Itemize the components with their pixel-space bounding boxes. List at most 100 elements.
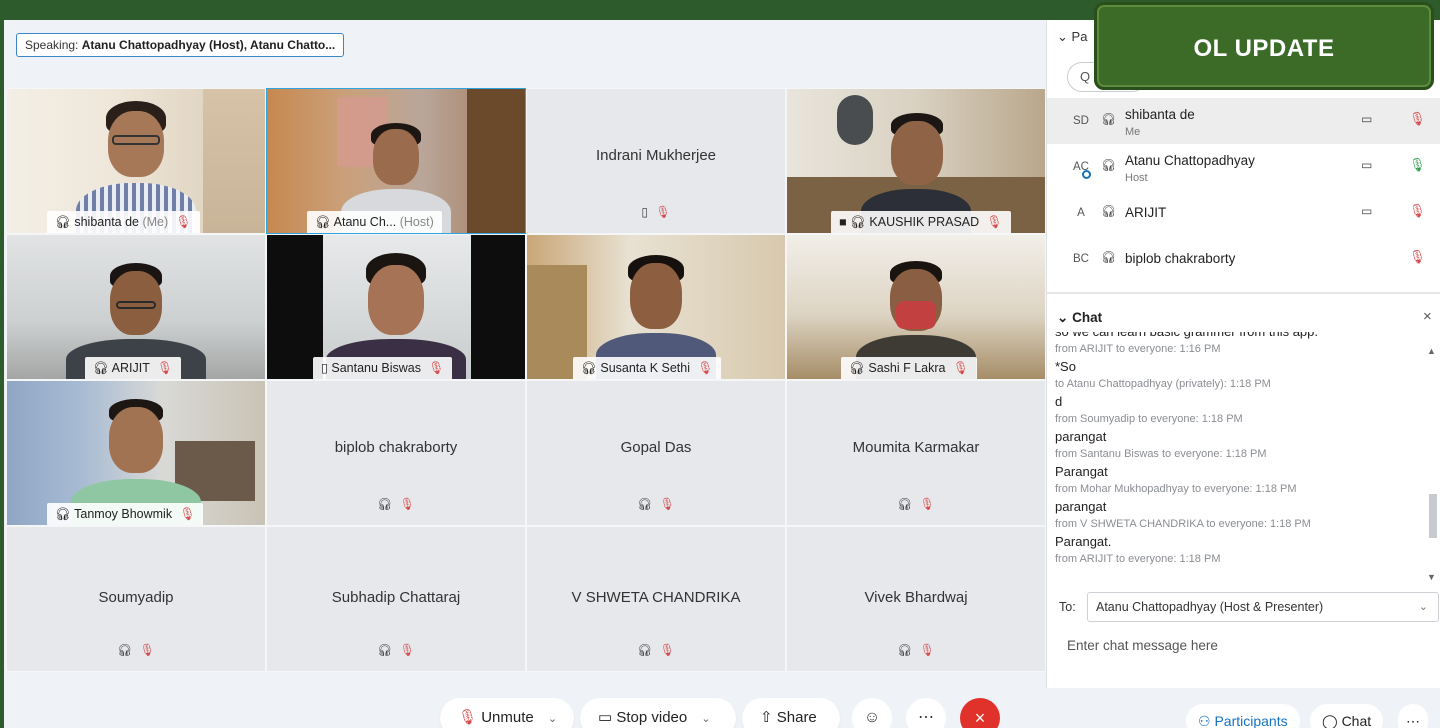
tile-name: Tanmoy Bhowmik	[74, 507, 173, 521]
mic-muted-icon[interactable]: 🎙︎	[1409, 203, 1426, 219]
video-tile[interactable]: biplob chakraborty 🎧︎ 🎙︎	[266, 380, 526, 526]
video-tile[interactable]: Soumyadip 🎧︎ 🎙︎	[6, 526, 266, 672]
chat-message-text: so we can learn basic grammer from this …	[1055, 332, 1427, 341]
chat-recipient-value: Atanu Chattopadhyay (Host & Presenter)	[1096, 600, 1324, 614]
chat-message-meta: from ARIJIT to everyone: 1:18 PM	[1055, 553, 1221, 565]
more-options-button[interactable]: ⋯	[906, 698, 946, 728]
mic-active-icon[interactable]: 🎙︎	[1409, 157, 1426, 173]
more-icon: ⋯	[1406, 713, 1420, 728]
stop-video-label: Stop video	[616, 709, 688, 726]
tile-name-label: 🎧︎ shibanta de (Me) 🎙︎	[47, 211, 200, 233]
video-icon[interactable]: ▭	[1361, 158, 1372, 172]
avatar: BC	[1073, 253, 1089, 265]
video-tile[interactable]: 🎧︎ Tanmoy Bhowmik 🎙︎	[6, 380, 266, 526]
stop-video-button[interactable]: ▭ Stop video ⌄	[580, 698, 736, 728]
scroll-down-icon[interactable]: ▼	[1427, 572, 1436, 582]
tile-name-label: 🎧︎ Atanu Ch... (Host)	[307, 211, 442, 233]
video-tile-active-speaker[interactable]: 🎧︎ Atanu Ch... (Host)	[266, 88, 526, 234]
unmute-button[interactable]: 🎙︎ Unmute ⌄	[440, 698, 574, 728]
chat-message-input[interactable]: Enter chat message here	[1067, 638, 1218, 653]
video-tile[interactable]: 🎧︎ ARIJIT 🎙︎	[6, 234, 266, 380]
chat-button[interactable]: ◯ Chat	[1310, 704, 1384, 728]
panel-more-button[interactable]: ⋯	[1398, 704, 1428, 728]
mic-muted-icon: 🎙︎	[919, 497, 935, 511]
speaking-label: Speaking:	[25, 38, 79, 52]
video-icon[interactable]: ▭	[1361, 204, 1372, 218]
participants-button[interactable]: ⚇ Participants	[1186, 704, 1300, 728]
tile-status-icons: 🎧︎ 🎙︎	[897, 497, 935, 511]
badge-text: OL UPDATE	[1193, 35, 1335, 62]
chat-label: Chat	[1341, 713, 1372, 728]
chat-scrollbar[interactable]: ▲ ▼	[1427, 346, 1437, 584]
mic-muted-icon: 🎙︎	[458, 709, 478, 726]
close-icon[interactable]: ×	[1423, 308, 1432, 325]
mic-muted-icon: 🎙︎	[919, 643, 935, 657]
headset-icon: 🎧︎	[897, 643, 913, 657]
participant-row[interactable]: AC 🎧︎ Atanu Chattopadhyay Host ▭ 🎙︎	[1047, 144, 1440, 190]
leave-meeting-button[interactable]: ×	[960, 698, 1000, 728]
chat-message: Parangat. from ARIJIT to everyone: 1:18 …	[1055, 533, 1427, 568]
tile-name: KAUSHIK PRASAD	[869, 215, 980, 229]
video-tile[interactable]: Vivek Bhardwaj 🎧︎ 🎙︎	[786, 526, 1046, 672]
phone-icon: ▯	[641, 205, 649, 219]
chat-panel-header[interactable]: ⌄ Chat	[1057, 310, 1102, 326]
tile-name-label: 🎧︎ Tanmoy Bhowmik 🎙︎	[47, 503, 204, 525]
tile-name: Sashi F Lakra	[868, 361, 946, 375]
chat-message: d from Soumyadip to everyone: 1:18 PM	[1055, 393, 1427, 428]
participant-name: ARIJIT	[1125, 205, 1167, 220]
chat-message: so we can learn basic grammer from this …	[1055, 332, 1427, 358]
reactions-button[interactable]: ☺	[852, 698, 892, 728]
mic-muted-icon: 🎙︎	[399, 643, 415, 657]
tile-name-suffix: (Me)	[142, 215, 169, 229]
smiley-icon: ☺	[863, 709, 881, 726]
mic-muted-icon: 🎙︎	[697, 361, 714, 375]
ol-update-badge: OL UPDATE	[1094, 2, 1434, 90]
avatar: AC	[1067, 156, 1095, 179]
chat-message: *So to Atanu Chattopadhyay (privately): …	[1055, 358, 1427, 393]
video-tile[interactable]: V SHWETA CHANDRIKA 🎧︎ 🎙︎	[526, 526, 786, 672]
scroll-up-icon[interactable]: ▲	[1427, 346, 1436, 356]
chat-message-text: parangat	[1055, 499, 1107, 514]
video-icon[interactable]: ▭	[1361, 112, 1372, 126]
tile-name: Moumita Karmakar	[852, 439, 980, 456]
tile-status-icons: 🎧︎ 🎙︎	[637, 643, 675, 657]
tile-name-label: 🎧︎ Susanta K Sethi 🎙︎	[573, 357, 722, 379]
participants-panel-header[interactable]: ⌄ Pa	[1057, 29, 1087, 45]
video-tile[interactable]: Moumita Karmakar 🎧︎ 🎙︎	[786, 380, 1046, 526]
video-icon: ▭	[598, 709, 613, 726]
headset-icon: 🎧︎	[849, 361, 865, 375]
video-tile[interactable]: 🎧︎ Sashi F Lakra 🎙︎	[786, 234, 1046, 380]
participant-row[interactable]: BC 🎧︎ biplob chakraborty 🎙︎	[1047, 236, 1440, 282]
mic-muted-icon[interactable]: 🎙︎	[1409, 111, 1426, 127]
tile-name-label: ▯ Santanu Biswas 🎙︎	[313, 357, 453, 379]
video-tile[interactable]: Subhadip Chattaraj 🎧︎ 🎙︎	[266, 526, 526, 672]
tile-name: Susanta K Sethi	[600, 361, 691, 375]
headset-icon: 🎧︎	[1101, 204, 1117, 218]
mic-muted-icon: 🎙︎	[399, 497, 415, 511]
scrollbar-thumb[interactable]	[1429, 494, 1437, 538]
speaking-names: Atanu Chattopadhyay (Host), Atanu Chatto…	[81, 38, 336, 52]
participant-row[interactable]: A 🎧︎ ARIJIT ▭ 🎙︎	[1047, 190, 1440, 236]
chat-message: Parangat from Mohar Mukhopadhyay to ever…	[1055, 463, 1427, 498]
participant-row[interactable]: SD 🎧︎ shibanta de Me ▭ 🎙︎	[1047, 98, 1440, 144]
headset-icon: 🎧︎	[637, 497, 653, 511]
video-tile[interactable]: 🎧︎ Susanta K Sethi 🎙︎	[526, 234, 786, 380]
headset-icon: 🎧︎	[377, 643, 393, 657]
tile-name: Atanu Ch...	[333, 215, 397, 229]
tile-status-icons: 🎧︎ 🎙︎	[377, 497, 415, 511]
mic-muted-icon[interactable]: 🎙︎	[1409, 249, 1426, 265]
video-tile[interactable]: ▯ Santanu Biswas 🎙︎	[266, 234, 526, 380]
video-tile[interactable]: Gopal Das 🎧︎ 🎙︎	[526, 380, 786, 526]
video-tile[interactable]: 🎧︎ shibanta de (Me) 🎙︎	[6, 88, 266, 234]
share-button[interactable]: ⇧ Share	[742, 698, 840, 728]
tile-name: biplob chakraborty	[334, 439, 458, 456]
video-tile[interactable]: ■ 🎧︎ KAUSHIK PRASAD 🎙︎	[786, 88, 1046, 234]
chat-recipient-select[interactable]: Atanu Chattopadhyay (Host & Presenter) ⌄	[1087, 592, 1439, 622]
avatar: SD	[1073, 115, 1089, 127]
share-icon: ⇧	[760, 709, 773, 726]
chat-message-meta: from Santanu Biswas to everyone: 1:18 PM	[1055, 448, 1267, 460]
participant-name: Atanu Chattopadhyay	[1125, 153, 1255, 168]
tile-name-label: 🎧︎ ARIJIT 🎙︎	[85, 357, 182, 379]
mic-muted-icon: 🎙︎	[428, 361, 445, 375]
video-tile[interactable]: Indrani Mukherjee ▯ 🎙︎	[526, 88, 786, 234]
